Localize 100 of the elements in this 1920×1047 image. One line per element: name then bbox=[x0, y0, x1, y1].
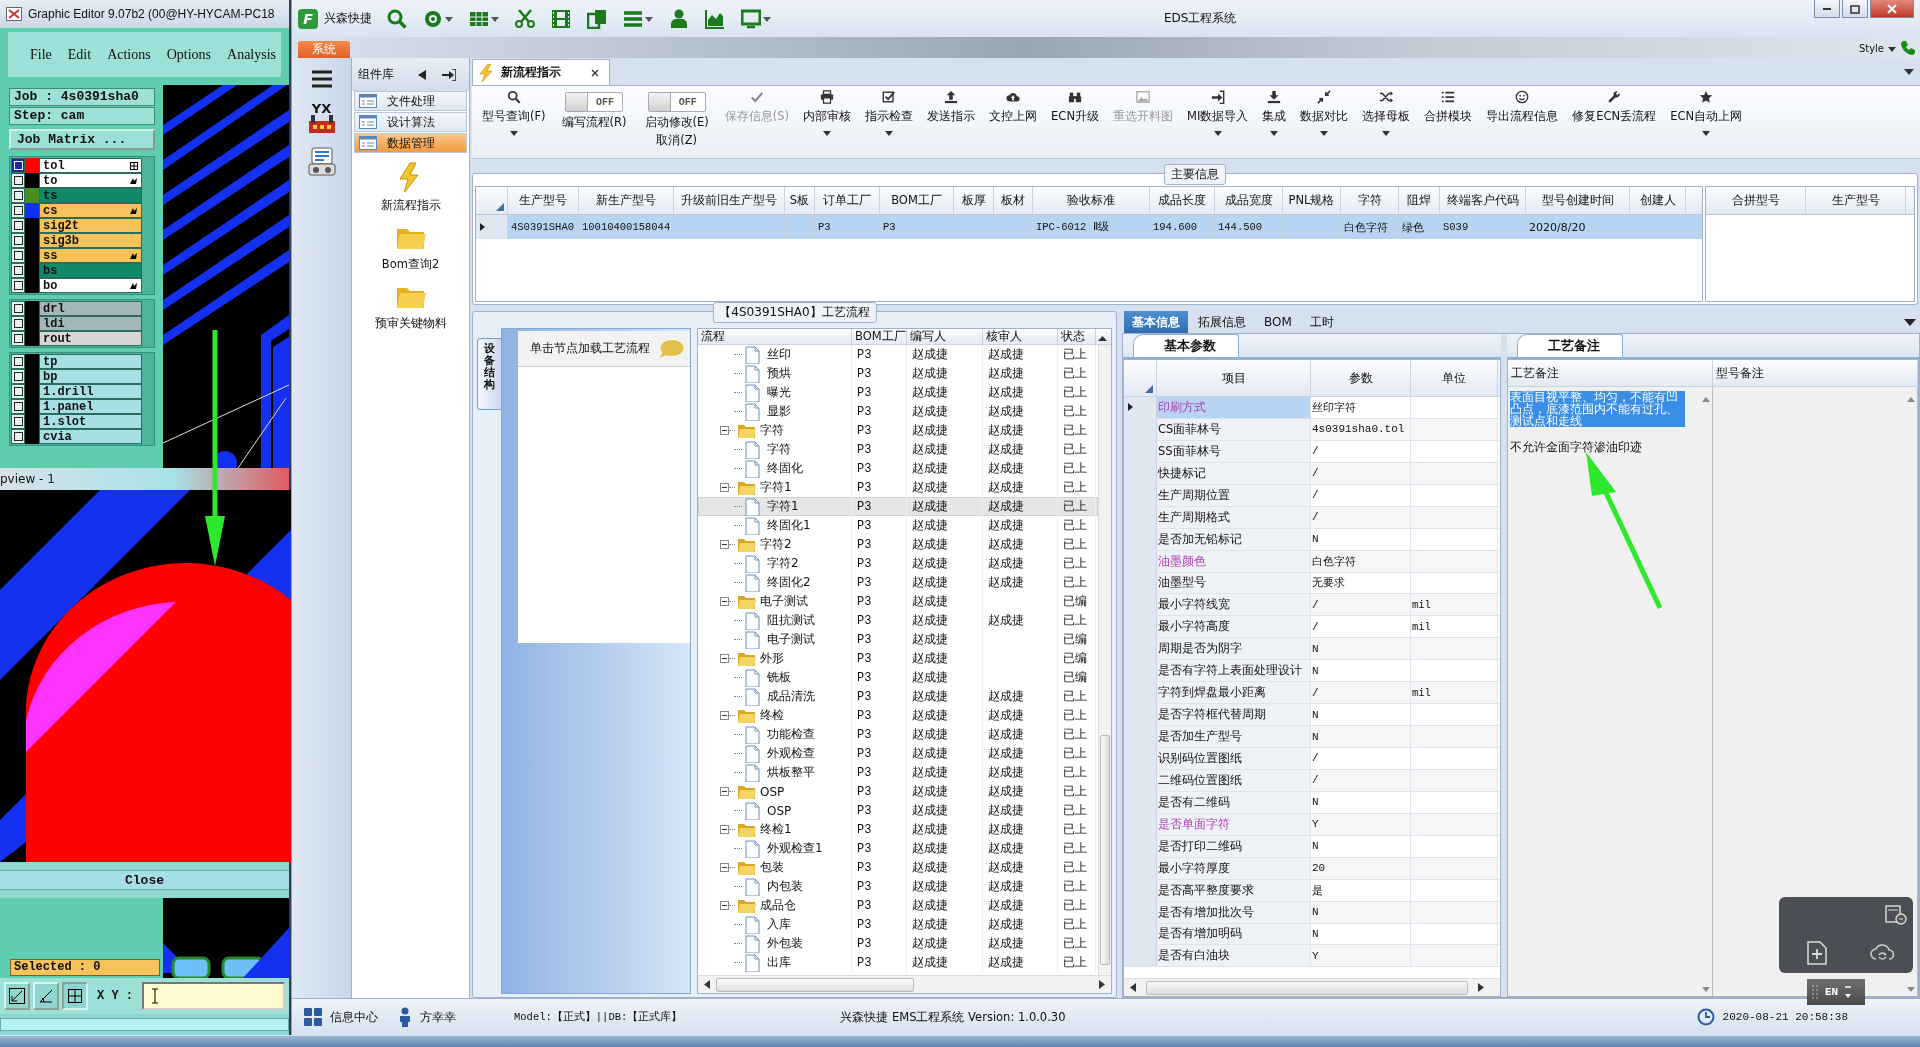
column-header[interactable]: 阻焊 bbox=[1399, 187, 1440, 214]
tree-node[interactable]: 出库 bbox=[767, 954, 791, 971]
collapse-icon[interactable] bbox=[720, 426, 729, 435]
toolbar-button[interactable]: 内部审核 bbox=[797, 88, 858, 158]
collapse-icon[interactable] bbox=[720, 825, 729, 834]
side-tab[interactable]: 设备结构 bbox=[477, 338, 501, 410]
tab[interactable]: 基本参数 bbox=[1133, 334, 1239, 357]
table-cell[interactable]: 是否单面字符 bbox=[1157, 813, 1311, 835]
film-icon[interactable] bbox=[551, 8, 571, 29]
layer-name[interactable]: ldi bbox=[39, 316, 142, 331]
table-cell[interactable]: 是否有增加批次号 bbox=[1157, 901, 1311, 923]
caret-icon[interactable] bbox=[1904, 319, 1916, 326]
collapse-icon[interactable] bbox=[720, 654, 729, 663]
tree-node[interactable]: 终固化1 bbox=[767, 517, 811, 534]
toolbar-button[interactable]: 发送指示 bbox=[921, 88, 982, 158]
layer-name[interactable]: cvia bbox=[39, 429, 142, 444]
layer-selector[interactable] bbox=[11, 188, 25, 203]
minimize-button[interactable] bbox=[1814, 0, 1840, 18]
tree-node[interactable]: 功能检查 bbox=[767, 726, 815, 743]
tree-node[interactable]: 外包装 bbox=[767, 935, 803, 952]
collapse-icon[interactable] bbox=[418, 69, 426, 80]
tree-node[interactable]: 丝印 bbox=[767, 346, 791, 363]
tree-node[interactable]: 曝光 bbox=[767, 384, 791, 401]
table-cell[interactable]: 是否加生产型号 bbox=[1157, 726, 1311, 747]
collapse-icon[interactable] bbox=[720, 540, 729, 549]
tree-node[interactable]: 显影 bbox=[767, 403, 791, 420]
tree-node[interactable]: 烘板整平 bbox=[767, 764, 815, 781]
layer-name[interactable]: bp bbox=[39, 369, 142, 384]
scroll-thumb[interactable] bbox=[1146, 980, 1468, 995]
scrollbar[interactable] bbox=[1098, 345, 1111, 975]
toolbar-button[interactable]: 修复ECN丢流程 bbox=[1566, 88, 1663, 158]
toolbar-button[interactable]: 指示检查 bbox=[859, 88, 920, 158]
column-header[interactable]: 流程 bbox=[698, 329, 852, 344]
column-header[interactable]: 成品长度 bbox=[1150, 187, 1215, 214]
scroll-right-icon[interactable] bbox=[1478, 983, 1484, 992]
caret-icon[interactable] bbox=[1270, 131, 1279, 136]
caret-icon[interactable] bbox=[1213, 131, 1222, 136]
table-cell[interactable]: 油墨型号 bbox=[1157, 572, 1311, 594]
menu-item[interactable]: Actions bbox=[107, 46, 151, 63]
layer-selector[interactable] bbox=[11, 158, 25, 173]
tree-node[interactable]: 预烘 bbox=[767, 365, 791, 382]
layer-selector[interactable] bbox=[11, 301, 25, 316]
chart-icon[interactable] bbox=[705, 8, 725, 29]
layer-name[interactable]: bo bbox=[39, 278, 142, 293]
language-indicator[interactable]: EN bbox=[1807, 979, 1865, 1005]
tree-node[interactable]: 外观检查 bbox=[767, 745, 815, 762]
caret-icon[interactable] bbox=[509, 131, 518, 136]
layer-selector[interactable] bbox=[11, 369, 25, 384]
close-button[interactable] bbox=[1870, 0, 1914, 18]
layer-selector[interactable] bbox=[11, 354, 25, 369]
tree-node[interactable]: 成品清洗 bbox=[767, 688, 815, 705]
layer-selector[interactable] bbox=[11, 233, 25, 248]
scissors-icon[interactable] bbox=[515, 8, 535, 29]
layer-selector[interactable] bbox=[11, 278, 25, 293]
column-header[interactable]: S板 bbox=[785, 187, 815, 214]
table-cell[interactable]: 是否有字符上表面处理设计 bbox=[1157, 660, 1311, 682]
column-header[interactable]: 订单工厂 bbox=[815, 187, 880, 214]
tree-node[interactable]: OSP bbox=[767, 803, 792, 818]
tree-node[interactable]: 外形 bbox=[760, 650, 784, 667]
factory-logo[interactable]: YX bbox=[306, 102, 337, 133]
grid-icon[interactable] bbox=[304, 1008, 322, 1026]
caret-icon[interactable] bbox=[491, 17, 499, 22]
tree-node[interactable]: 字符1 bbox=[767, 498, 799, 515]
toolbar-button[interactable]: 导出流程信息 bbox=[1480, 88, 1565, 158]
layer-name[interactable]: cs bbox=[39, 203, 142, 218]
caret-icon[interactable] bbox=[1702, 131, 1711, 136]
tab[interactable]: 拓展信息 bbox=[1190, 311, 1254, 333]
layer-name[interactable]: drl bbox=[39, 301, 142, 316]
tree-node[interactable]: 电子测试 bbox=[767, 631, 815, 648]
list-icon[interactable] bbox=[623, 8, 643, 29]
tree-node[interactable]: 终固化 bbox=[767, 460, 803, 477]
tool-button[interactable] bbox=[62, 982, 88, 1010]
column-header[interactable]: 状态 bbox=[1058, 329, 1096, 344]
column-header[interactable]: BOM工厂 bbox=[880, 187, 954, 214]
caret-icon[interactable] bbox=[823, 131, 832, 136]
table-cell[interactable]: 是否有二维码 bbox=[1157, 791, 1311, 813]
column-header[interactable]: 型号创建时间 bbox=[1526, 187, 1630, 214]
column-header[interactable]: 成品宽度 bbox=[1215, 187, 1283, 214]
menu-item[interactable]: File bbox=[30, 46, 52, 63]
table-cell[interactable]: 最小字符高度 bbox=[1157, 616, 1311, 638]
restore-button[interactable] bbox=[1842, 0, 1868, 18]
table-cell[interactable]: 最小字符线宽 bbox=[1157, 594, 1311, 616]
column-header[interactable]: 板材 bbox=[994, 187, 1033, 214]
table-cell[interactable]: 识别码位置图纸 bbox=[1157, 748, 1311, 769]
document-icon[interactable] bbox=[1885, 905, 1907, 925]
monitor-icon[interactable] bbox=[741, 8, 761, 29]
menu-item[interactable]: Options bbox=[166, 46, 212, 63]
column-header[interactable]: 项目 bbox=[1157, 360, 1311, 396]
toolbar-button[interactable]: 数据对比 bbox=[1294, 88, 1355, 158]
tool-item[interactable]: 预审关键物料 bbox=[352, 280, 469, 331]
close-button[interactable]: Close bbox=[0, 870, 289, 890]
tab[interactable]: BOM bbox=[1256, 311, 1300, 333]
scroll-thumb[interactable] bbox=[716, 977, 914, 992]
toolbar-button[interactable]: 型号查询(F) bbox=[476, 88, 552, 158]
toolbar-button[interactable]: ECN自动上网 bbox=[1664, 88, 1749, 158]
column-header[interactable]: 合拼型号 bbox=[1706, 187, 1806, 214]
column-header[interactable]: 字符 bbox=[1341, 187, 1399, 214]
toggle-switch[interactable]: OFF bbox=[565, 92, 624, 112]
copy-icon[interactable] bbox=[587, 8, 607, 29]
job-matrix-button[interactable]: Job Matrix ... bbox=[9, 129, 155, 150]
